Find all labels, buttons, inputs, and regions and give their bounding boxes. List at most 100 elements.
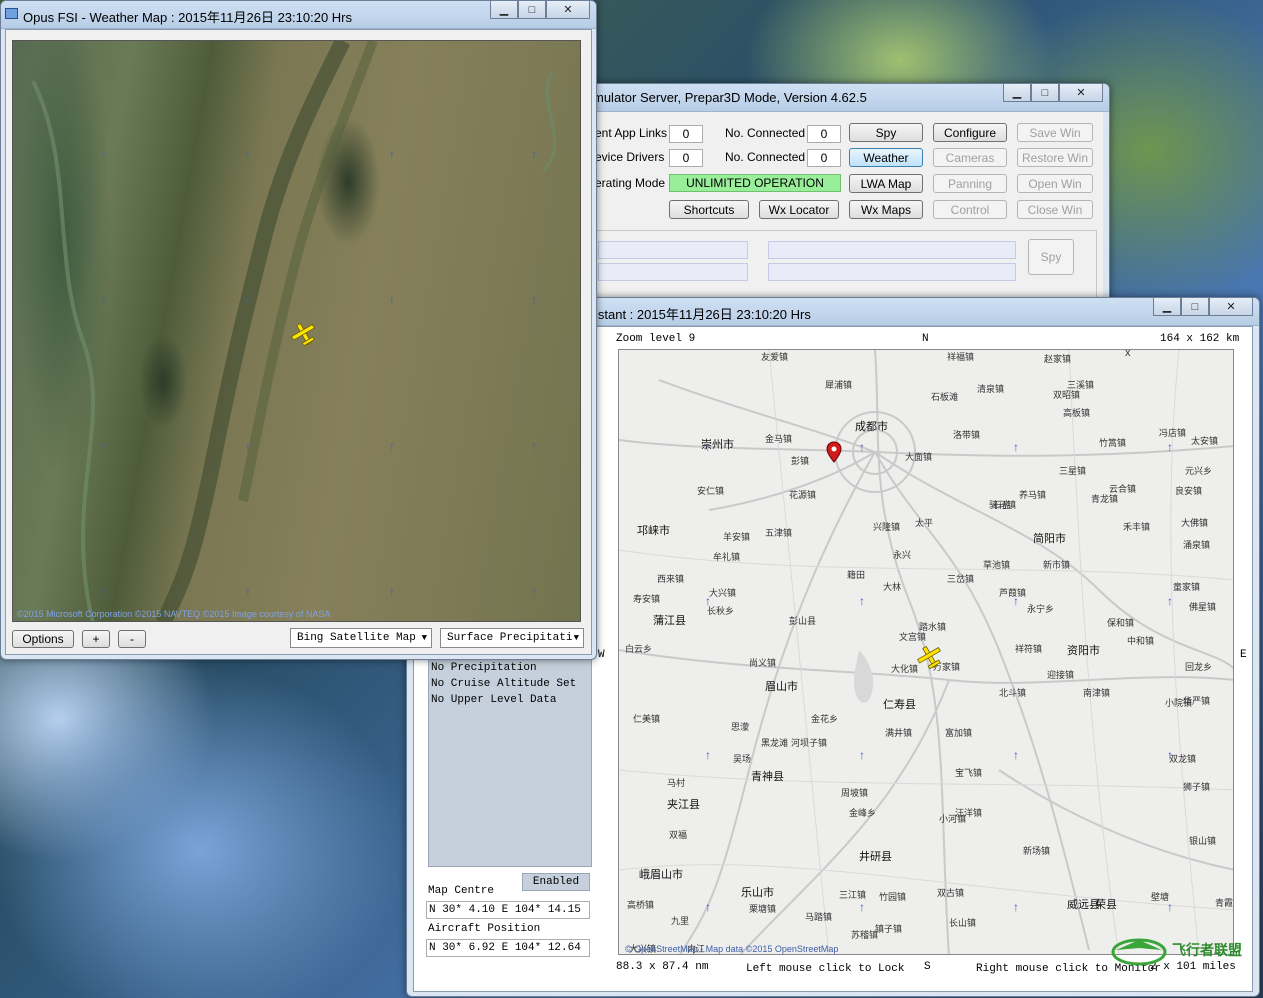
app-icon [5, 8, 18, 19]
server-client: ent App Links 0 No. Connected 0 evice Dr… [567, 112, 1103, 326]
minimize-icon[interactable]: ▁ [1153, 298, 1181, 316]
server-titlebar[interactable]: mulator Server, Prepar3D Mode, Version 4… [561, 84, 1109, 112]
minimize-icon[interactable]: ▁ [490, 1, 518, 19]
wind-arrow-icon: ↑ [705, 594, 711, 608]
wx-locator-button[interactable]: Wx Locator [759, 200, 839, 219]
town-label: 五津镇 [765, 528, 793, 538]
town-label: 籍田 [847, 570, 866, 580]
lwa-map-button[interactable]: LWA Map [849, 174, 923, 193]
town-label: 峨眉山市 [639, 869, 683, 881]
town-label: 友爱镇 [761, 352, 789, 362]
panning-button[interactable]: Panning [933, 174, 1007, 193]
town-label: 小河镇 [939, 814, 967, 824]
town-label: 狮子镇 [1183, 782, 1211, 792]
minimize-icon[interactable]: ▁ [1003, 84, 1031, 102]
assistant-title: istant : 2015年11月26日 23:10:20 Hrs [595, 307, 811, 322]
wind-arrow-icon: ↑ [859, 594, 865, 608]
close-win-button[interactable]: Close Win [1017, 200, 1093, 219]
close-icon[interactable]: ✕ [1209, 298, 1253, 316]
weather-map-titlebar[interactable]: Opus FSI - Weather Map : 2015年11月26日 23:… [1, 1, 596, 29]
options-button[interactable]: Options [12, 630, 74, 648]
map-close-marker[interactable]: x [1125, 350, 1131, 359]
town-label: 祥符镇 [1015, 644, 1043, 654]
town-label: 大兴镇 [709, 588, 737, 598]
wind-arrow-icon: ↑ [531, 439, 537, 453]
weather-map-window: Opus FSI - Weather Map : 2015年11月26日 23:… [0, 0, 597, 660]
logo-text: 飞行者联盟 [1172, 942, 1242, 958]
app-links-connected-label: No. Connected [725, 126, 806, 140]
town-label: 太平 [915, 518, 934, 528]
town-label: 苏稽镇 [851, 930, 879, 940]
wind-arrow-icon: ↑ [101, 293, 107, 307]
town-label: 马踏镇 [805, 912, 833, 922]
wind-arrow-icon: ↑ [859, 748, 865, 762]
town-label: 河坝子镇 [791, 738, 828, 748]
town-label: 青神县 [751, 771, 784, 783]
maximize-icon[interactable]: □ [1181, 298, 1209, 316]
wind-arrow-icon: ↑ [531, 293, 537, 307]
town-label: 兴隆镇 [873, 522, 901, 532]
town-label: 满井镇 [885, 728, 913, 738]
town-label: 佛星镇 [1189, 602, 1217, 612]
town-label: 太安镇 [1191, 436, 1219, 446]
town-label: 华严镇 [1183, 696, 1211, 706]
logo-icon [1111, 938, 1167, 966]
operating-mode-field: UNLIMITED OPERATION [669, 174, 841, 192]
zoom-out-button[interactable]: - [118, 630, 146, 648]
wind-arrow-icon: ↑ [1167, 594, 1173, 608]
wind-arrow-icon: ↑ [389, 293, 395, 307]
wx-maps-button[interactable]: Wx Maps [849, 200, 923, 219]
town-label: 仁美镇 [633, 714, 661, 724]
wind-arrow-icon: ↑ [705, 440, 711, 454]
info-panel: No Precipitation No Cruise Altitude Set … [428, 657, 592, 867]
enabled-button[interactable]: Enabled [522, 873, 590, 891]
spy-button[interactable]: Spy [849, 123, 923, 142]
server-window: mulator Server, Prepar3D Mode, Version 4… [560, 83, 1110, 328]
restore-win-button[interactable]: Restore Win [1017, 148, 1093, 167]
aircraft-position-field: N 30* 6.92 E 104* 12.64 [426, 939, 590, 957]
town-label: 竹园镇 [879, 892, 907, 902]
east-label: E [1240, 649, 1247, 661]
save-win-button[interactable]: Save Win [1017, 123, 1093, 142]
town-label: 大林 [883, 582, 902, 592]
configure-button[interactable]: Configure [933, 123, 1007, 142]
server-title: mulator Server, Prepar3D Mode, Version 4… [593, 90, 867, 105]
town-label: 禾丰镇 [1123, 522, 1151, 532]
maximize-icon[interactable]: □ [1031, 84, 1059, 102]
town-label: 迎接镇 [1047, 670, 1075, 680]
maximize-icon[interactable]: □ [518, 1, 546, 19]
town-label: 云合镇 [1109, 484, 1137, 494]
assistant-window-controls: ▁ □ ✕ [1153, 298, 1253, 316]
satellite-copyright: ©2015 Microsoft Corporation ©2015 NAVTEQ… [17, 609, 331, 619]
zoom-in-button[interactable]: + [82, 630, 110, 648]
layer-value: Surface Precipitati [447, 632, 573, 644]
close-icon[interactable]: ✕ [1059, 84, 1103, 102]
wind-arrow-icon: ↑ [245, 585, 251, 599]
wind-arrow-icon: ↑ [705, 748, 711, 762]
map-type-select[interactable]: Bing Satellite Map ▼ [290, 628, 432, 648]
spy-secondary-button[interactable]: Spy [1028, 239, 1074, 275]
open-win-button[interactable]: Open Win [1017, 174, 1093, 193]
street-map[interactable]: 成都市 友爱镇 祥福镇 赵家镇 三溪镇 犀浦镇 石板滩 清泉镇 双昭镇 高板镇 崇州市 金马镇 洛带镇竹… [618, 349, 1234, 955]
layer-select[interactable]: Surface Precipitati ▼ [440, 628, 584, 648]
satellite-map[interactable]: ↑ ↑ ↑ ↑ ↑ ↑ ↑ ↑ ↑ ↑ ↑ ↑ ↑ ↑ ↑ ↑ ©2015 Mi… [12, 40, 581, 622]
town-label: 乐山市 [741, 887, 774, 899]
town-label: 彭镇 [791, 456, 810, 466]
town-label: 荣县 [1095, 899, 1117, 911]
town-label: 成都市 [855, 421, 888, 433]
weather-button[interactable]: Weather [849, 148, 923, 167]
shortcuts-button[interactable]: Shortcuts [669, 200, 749, 219]
town-label: 资阳市 [1067, 645, 1100, 657]
town-label: 回龙乡 [1185, 662, 1213, 672]
device-drivers-connected-field: 0 [807, 149, 841, 167]
chevron-down-icon: ▼ [421, 633, 427, 643]
map-centre-field: N 30* 4.10 E 104* 14.15 [426, 901, 590, 919]
close-icon[interactable]: ✕ [546, 1, 590, 19]
wind-arrow-icon: ↑ [1167, 900, 1173, 914]
town-label: 石板滩 [931, 392, 959, 402]
aircraft-icon [917, 645, 941, 670]
control-button[interactable]: Control [933, 200, 1007, 219]
town-label: 三岔镇 [947, 574, 975, 584]
cameras-button[interactable]: Cameras [933, 148, 1007, 167]
weather-map-client: ↑ ↑ ↑ ↑ ↑ ↑ ↑ ↑ ↑ ↑ ↑ ↑ ↑ ↑ ↑ ↑ ©2015 Mi… [5, 29, 592, 655]
